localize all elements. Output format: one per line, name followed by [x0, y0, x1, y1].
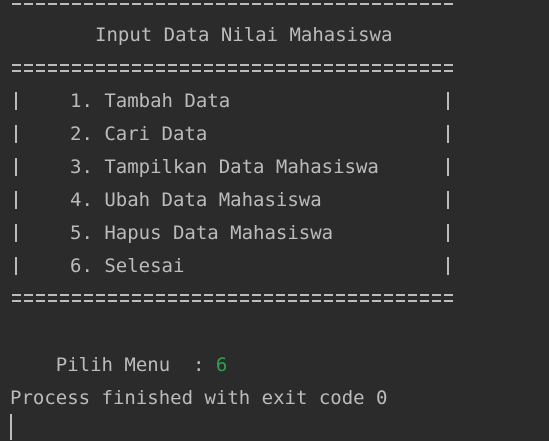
menu-left-border-5 [15, 224, 17, 242]
menu-left-border-3 [15, 158, 17, 176]
bottom-separator-line [12, 292, 454, 304]
menu-right-border-2 [447, 125, 449, 143]
menu-right-border-1 [447, 92, 449, 110]
menu-left-border-1 [15, 92, 17, 110]
menu-item-hapus-data: 5. Hapus Data Mahasiswa [70, 222, 334, 244]
menu-title: Input Data Nilai Mahasiswa [95, 24, 393, 46]
menu-item-cari-data: 2. Cari Data [70, 123, 208, 145]
top-separator-line [12, 0, 454, 7]
menu-left-border-6 [15, 257, 17, 275]
menu-left-border-2 [15, 125, 17, 143]
run-console-output[interactable]: Input Data Nilai Mahasiswa 1. Tambah Dat… [0, 0, 549, 441]
menu-right-border-3 [447, 158, 449, 176]
menu-right-border-5 [447, 224, 449, 242]
menu-right-border-4 [447, 191, 449, 209]
menu-item-selesai: 6. Selesai [70, 255, 185, 277]
menu-left-border-4 [15, 191, 17, 209]
menu-item-tampilkan-data: 3. Tampilkan Data Mahasiswa [70, 156, 379, 178]
text-cursor[interactable] [10, 414, 12, 440]
menu-prompt-label: Pilih Menu : [55, 354, 216, 376]
menu-input-line: Pilih Menu : 6 [10, 316, 228, 376]
menu-input-value: 6 [215, 354, 228, 376]
menu-item-tambah-data: 1. Tambah Data [70, 90, 231, 112]
title-separator-line [12, 62, 454, 74]
menu-right-border-6 [447, 257, 449, 275]
process-finished-message: Process finished with exit code 0 [10, 387, 388, 409]
menu-item-ubah-data: 4. Ubah Data Mahasiswa [70, 189, 322, 211]
